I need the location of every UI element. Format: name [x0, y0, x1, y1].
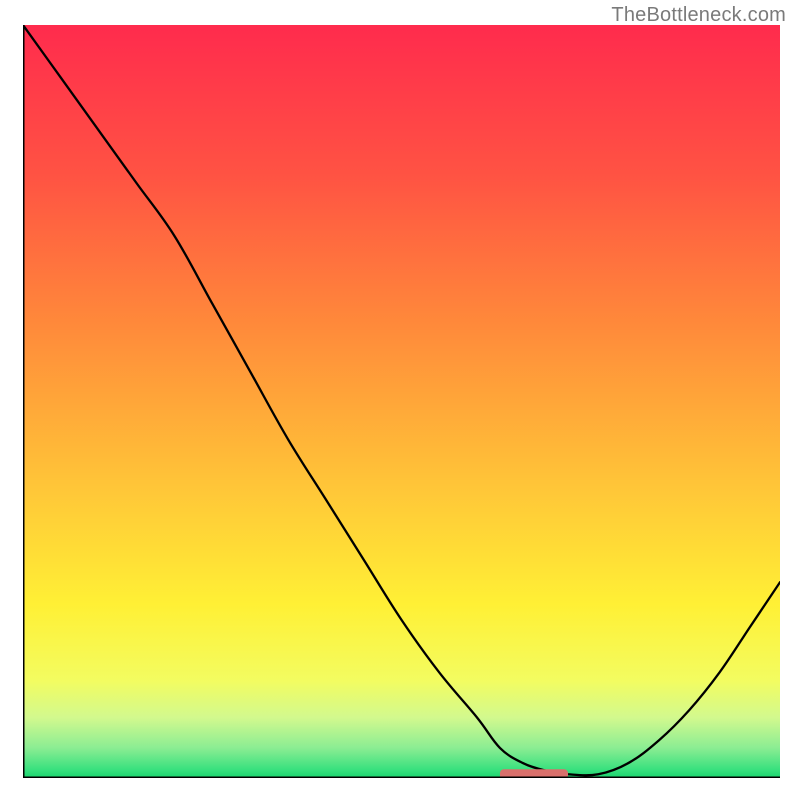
plot-area	[23, 25, 780, 778]
chart-container: TheBottleneck.com	[0, 0, 800, 800]
gradient-rect	[23, 25, 780, 778]
plot-svg	[23, 25, 780, 778]
watermark-text: TheBottleneck.com	[611, 4, 786, 27]
